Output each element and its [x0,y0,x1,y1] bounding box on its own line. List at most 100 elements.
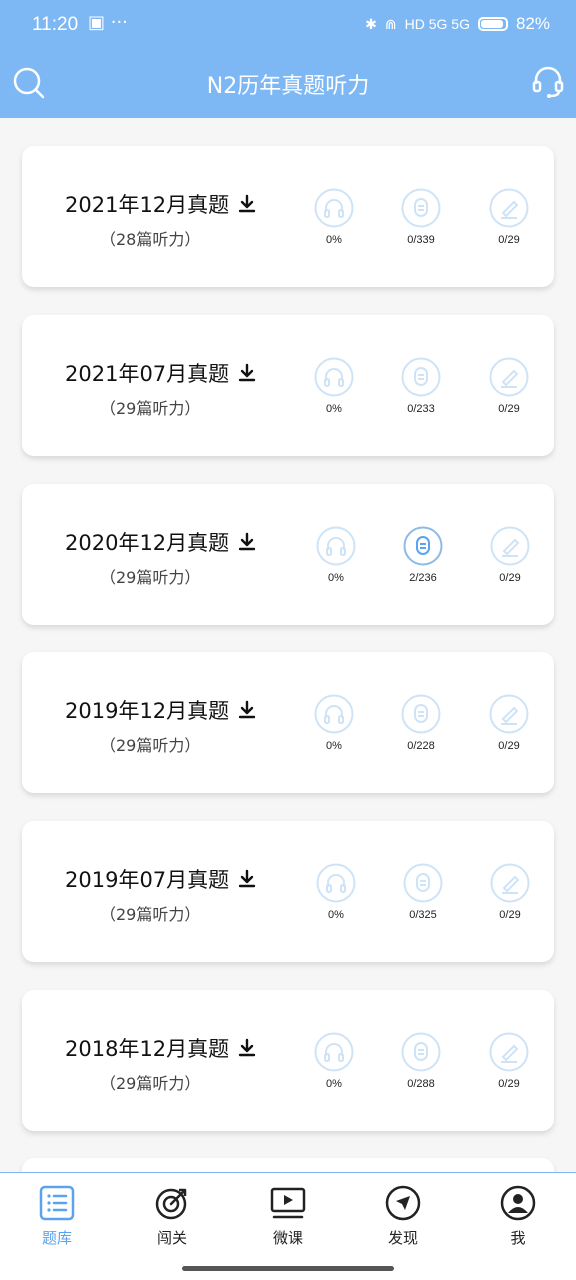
exam-title: 2019年12月真题 [65,695,257,725]
headphones-icon [314,1032,354,1072]
listen-value: 0% [326,234,342,246]
download-icon[interactable] [237,194,257,214]
microphone-icon [401,357,441,397]
listen-value: 0% [326,1078,342,1090]
dictation-progress[interactable]: 0/339 [381,188,461,246]
listen-progress[interactable]: 0% [294,694,374,752]
nav-item-micro-course[interactable]: 微课 [248,1185,328,1248]
listen-progress[interactable]: 0% [296,863,376,921]
nav-item-me[interactable]: 我 [478,1185,558,1248]
pencil-icon [489,694,529,734]
exercise-progress[interactable]: 0/29 [469,1032,549,1090]
exercise-value: 0/29 [499,572,521,584]
download-icon[interactable] [237,1038,257,1058]
nav-item-discover[interactable]: 发现 [363,1185,443,1248]
dictation-value: 0/325 [409,909,437,921]
microphone-icon [403,863,443,903]
listen-progress[interactable]: 0% [296,526,376,584]
exam-title: 2019年07月真题 [65,864,257,894]
listen-value: 0% [326,403,342,415]
exam-title-text: 2021年12月真题 [65,193,230,217]
dictation-progress[interactable]: 2/236 [383,526,463,584]
download-icon[interactable] [237,363,257,383]
exam-card[interactable]: 2021年12月真题 （28篇听力） 0% 0/339 0/29 [22,146,554,287]
listen-progress[interactable]: 0% [294,357,374,415]
pencil-icon [489,188,529,228]
listen-progress[interactable]: 0% [294,1032,374,1090]
nav-label: 微课 [272,1229,303,1247]
download-icon[interactable] [237,700,257,720]
status-time: 11:20 [32,14,79,35]
exam-card-partial[interactable] [22,1158,554,1172]
microphone-icon [401,1032,441,1072]
exercise-progress[interactable]: 0/29 [469,357,549,415]
dictation-progress[interactable]: 0/233 [381,357,461,415]
exam-title-text: 2019年07月真题 [65,868,230,892]
download-icon[interactable] [237,869,257,889]
listen-progress[interactable]: 0% [294,188,374,246]
dictation-value: 0/233 [407,403,435,415]
microphone-icon [401,694,441,734]
battery-icon [477,17,508,31]
page-title: N2历年真题听力 [206,74,370,99]
exercise-progress[interactable]: 0/29 [469,694,549,752]
pencil-icon [489,1032,529,1072]
download-icon[interactable] [237,532,257,552]
listen-value: 0% [328,909,344,921]
exam-title: 2021年12月真题 [65,189,257,219]
exercise-value: 0/29 [498,403,520,415]
dictation-progress[interactable]: 0/288 [381,1032,461,1090]
exercise-value: 0/29 [498,740,520,752]
exercise-value: 0/29 [498,234,520,246]
exam-title-text: 2019年12月真题 [65,699,230,723]
nav-label: 题库 [41,1229,72,1247]
battery-percent: 82% [515,14,550,33]
exam-subtitle: （29篇听力） [100,1074,201,1093]
listen-value: 0% [326,740,342,752]
pencil-icon [490,863,530,903]
exam-title: 2018年12月真题 [65,1033,257,1063]
list-icon [39,1185,75,1221]
exercise-progress[interactable]: 0/29 [470,863,550,921]
bottom-nav: 题库 闯关 微课 发现 我 [0,1172,576,1280]
exam-card[interactable]: 2021年07月真题 （29篇听力） 0% 0/233 0/29 [22,315,554,456]
headset-icon[interactable] [530,64,566,100]
nav-item-challenge[interactable]: 闯关 [132,1185,212,1248]
pencil-icon [489,357,529,397]
exam-card[interactable]: 2019年07月真题 （29篇听力） 0% 0/325 0/29 [22,821,554,962]
target-icon [155,1188,187,1220]
headphones-icon [316,526,356,566]
earbuds-icon: ⋒ [384,15,397,32]
dictation-value: 0/339 [407,234,435,246]
listen-value: 0% [328,572,344,584]
exercise-value: 0/29 [499,909,521,921]
microphone-icon [401,188,441,228]
exam-title-text: 2018年12月真题 [65,1037,230,1061]
headphones-icon [314,694,354,734]
network-indicator: HD 5G 5G [404,16,470,32]
headphones-icon [316,863,356,903]
exam-card[interactable]: 2020年12月真题 （29篇听力） 0% 2/236 0/29 [22,484,554,625]
dictation-value: 2/236 [409,572,437,584]
video-icon [270,1187,306,1219]
exam-subtitle: （29篇听力） [100,736,201,755]
exam-title: 2021年07月真题 [65,358,257,388]
microphone-icon [403,526,443,566]
exam-subtitle: （28篇听力） [100,230,201,249]
exercise-progress[interactable]: 0/29 [469,188,549,246]
dictation-progress[interactable]: 0/325 [383,863,463,921]
dictation-progress[interactable]: 0/228 [381,694,461,752]
exam-title: 2020年12月真题 [65,527,257,557]
exam-card[interactable]: 2019年12月真题 （29篇听力） 0% 0/228 0/29 [22,652,554,793]
status-right: ✱ ⋒ HD 5G 5G 82% [365,14,550,34]
dictation-value: 0/228 [407,740,435,752]
exam-subtitle: （29篇听力） [100,905,201,924]
headphones-icon [314,357,354,397]
nav-item-question-bank[interactable]: 题库 [17,1185,97,1248]
status-notification-icons: ▣ ··· [88,12,128,33]
home-indicator[interactable] [182,1266,394,1271]
exam-card[interactable]: 2018年12月真题 （29篇听力） 0% 0/288 0/29 [22,990,554,1131]
exercise-progress[interactable]: 0/29 [470,526,550,584]
dictation-value: 0/288 [407,1078,435,1090]
exam-title-text: 2020年12月真题 [65,531,230,555]
